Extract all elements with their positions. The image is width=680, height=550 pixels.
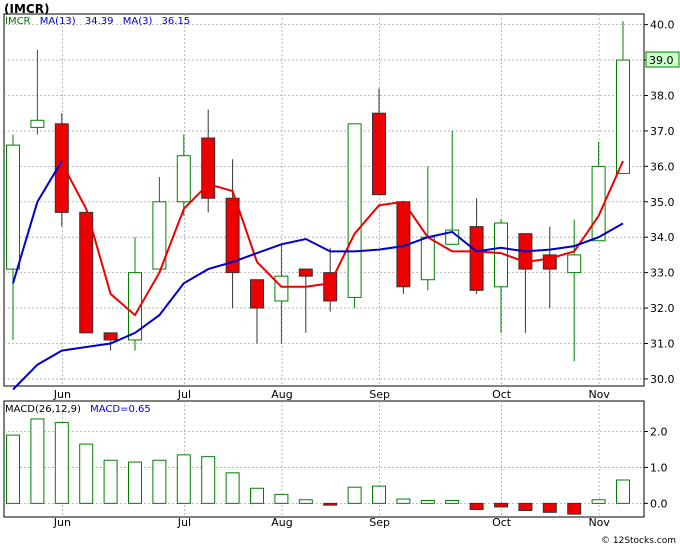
macd-bar-positive bbox=[152, 459, 167, 504]
candle-down bbox=[250, 279, 264, 309]
macd-legend-value: MACD=0.65 bbox=[90, 404, 151, 415]
macd-legend-label: MACD(26,12,9) bbox=[5, 404, 81, 415]
chart-canvas: 30.0 31.0 32.0 33.0 34.0 35.0 36.0 37.0 38.0 39.0… bbox=[3, 2, 680, 546]
macd-bar-negative bbox=[469, 502, 484, 510]
footer-credit: © 12Stocks.com bbox=[601, 536, 676, 546]
macd-bar-negative bbox=[323, 502, 338, 506]
macd-bar-positive bbox=[347, 486, 362, 504]
macd-bar-negative bbox=[518, 502, 533, 512]
macd-bar-positive bbox=[274, 493, 289, 504]
macd-bar-positive bbox=[396, 498, 411, 504]
macd-tick-label: 0.0 bbox=[650, 497, 668, 510]
price-tick-label: 36.0 bbox=[650, 160, 675, 173]
macd-bar-positive bbox=[201, 456, 216, 504]
macd-bar-positive bbox=[54, 422, 69, 504]
chart-title: (IMCR) bbox=[4, 2, 49, 16]
macd-legend: MACD(26,12,9) MACD=0.65 bbox=[5, 404, 151, 415]
price-tick-label: 34.0 bbox=[650, 231, 675, 244]
macd-bar-positive bbox=[250, 487, 264, 504]
price-tick-label: 40.0 bbox=[650, 19, 675, 32]
price-tick-label: 37.0 bbox=[650, 125, 675, 138]
candle-down bbox=[323, 272, 338, 302]
candle-up bbox=[176, 155, 191, 203]
price-panel-frame bbox=[3, 13, 645, 387]
price-tick-label: 35.0 bbox=[650, 196, 675, 209]
candle-up bbox=[274, 275, 289, 302]
month-label: Jul bbox=[177, 388, 191, 401]
macd-bar-positive bbox=[420, 499, 435, 504]
macd-bar-positive bbox=[591, 499, 606, 504]
month-label: Nov bbox=[588, 516, 610, 529]
macd-bar-positive bbox=[616, 479, 630, 504]
legend-ma13-label: MA(13) bbox=[40, 16, 76, 27]
macd-tick-label: 2.0 bbox=[650, 426, 668, 439]
month-label: Aug bbox=[271, 388, 292, 401]
price-tick-label: 32.0 bbox=[650, 302, 675, 315]
macd-bar-positive bbox=[30, 418, 45, 504]
macd-bar-positive bbox=[225, 472, 240, 504]
macd-bar-negative bbox=[494, 502, 508, 508]
month-label: Jun bbox=[53, 388, 71, 401]
price-tick-label: 31.0 bbox=[650, 337, 675, 350]
macd-tick-label: 1.0 bbox=[650, 461, 668, 474]
candle-down bbox=[79, 211, 94, 334]
month-label: Oct bbox=[492, 388, 512, 401]
legend-ma13-value: 34.39 bbox=[85, 16, 114, 27]
candle-down bbox=[298, 268, 313, 277]
macd-bar-positive bbox=[79, 443, 94, 504]
macd-bar-positive bbox=[298, 499, 313, 504]
stock-chart: 30.0 31.0 32.0 33.0 34.0 35.0 36.0 37.0 38.0 39.0… bbox=[0, 0, 680, 546]
macd-bar-negative bbox=[567, 502, 582, 515]
candle-down bbox=[372, 112, 386, 196]
month-label: Jun bbox=[53, 516, 71, 529]
price-legend: IMCR MA(13) 34.39 MA(3) 36.15 bbox=[5, 16, 190, 27]
price-tick-label: 33.0 bbox=[650, 267, 675, 280]
macd-bar-positive bbox=[103, 459, 118, 504]
price-tick-label: 38.0 bbox=[650, 89, 675, 102]
candle-up bbox=[420, 236, 435, 281]
legend-ma3-value: 36.15 bbox=[162, 16, 191, 27]
month-label: Jul bbox=[177, 516, 191, 529]
candle-up bbox=[30, 119, 45, 128]
candle-up bbox=[6, 144, 20, 270]
macd-bar-positive bbox=[128, 461, 142, 504]
candle-up bbox=[616, 59, 630, 174]
month-label: Sep bbox=[369, 388, 390, 401]
month-label: Aug bbox=[271, 516, 292, 529]
legend-ma3-label: MA(3) bbox=[123, 16, 153, 27]
candle-down bbox=[103, 332, 118, 341]
macd-bar-negative bbox=[542, 502, 557, 513]
macd-bar-positive bbox=[372, 485, 386, 504]
macd-bar-positive bbox=[176, 454, 191, 504]
month-label: Oct bbox=[492, 516, 512, 529]
last-price-label: 39.0 bbox=[649, 54, 674, 67]
month-label: Sep bbox=[369, 516, 390, 529]
candle-up bbox=[347, 123, 362, 298]
candle-up bbox=[567, 254, 582, 274]
macd-bar-positive bbox=[445, 499, 460, 504]
month-label: Nov bbox=[588, 388, 610, 401]
price-tick-label: 30.0 bbox=[650, 373, 675, 386]
candle-down bbox=[469, 226, 484, 291]
legend-symbol: IMCR bbox=[5, 16, 31, 27]
macd-bar-positive bbox=[6, 434, 20, 504]
macd-panel-frame bbox=[3, 400, 645, 518]
